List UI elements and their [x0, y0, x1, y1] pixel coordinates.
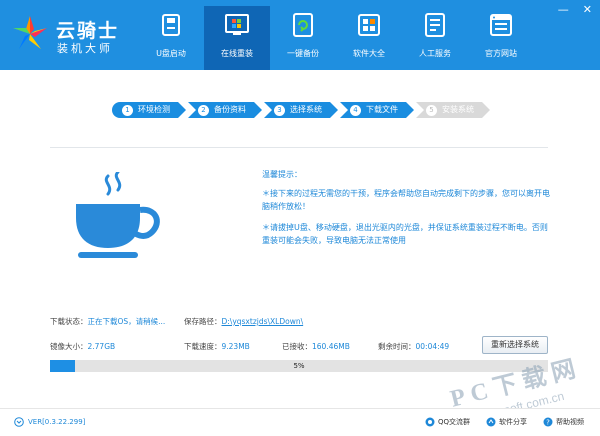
step-label: 环境检测	[138, 105, 170, 114]
step-number: 3	[274, 105, 285, 116]
footer-link-label: 软件分享	[499, 418, 527, 426]
version-info: VER[0.3.22.299]	[14, 417, 85, 427]
step-number: 5	[426, 105, 437, 116]
tip-item: ＊接下来的过程无需您的干预，程序会帮助您自动完成剩下的步骤，您可以离开电脑稍作放…	[262, 189, 550, 211]
nav-label: 一键备份	[287, 49, 319, 58]
nav-label: 在线重装	[221, 49, 253, 58]
download-speed: 下载速度：9.23MB	[184, 341, 250, 352]
app-subtitle: 装机大师	[57, 42, 113, 55]
share-icon	[486, 417, 496, 427]
service-icon	[425, 13, 445, 37]
reselect-system-button[interactable]: 重新选择系统	[482, 336, 548, 354]
received-size: 已接收：160.46MB	[282, 341, 350, 352]
save-path-link[interactable]: D:\yqsxtzjds\XLDown\	[222, 317, 304, 326]
nav-online-reinstall[interactable]: 在线重装	[204, 6, 270, 70]
remaining-time: 剩余时间：00:04:49	[378, 341, 449, 352]
remaining-time-value: 00:04:49	[415, 342, 450, 351]
step-select-system: 3 选择系统	[264, 102, 338, 118]
progress-percent: 5%	[293, 362, 305, 370]
windows-icon	[225, 14, 249, 35]
svg-text:?: ?	[546, 419, 550, 427]
nav-official-website[interactable]: 官方网站	[468, 6, 534, 70]
footer-bar: VER[0.3.22.299] QQ交流群 软件分享 ? 帮助视频	[0, 408, 600, 436]
step-number: 4	[350, 105, 361, 116]
main-nav: U盘启动 在线重装 一键备份 软件大全 人工服务 官方网站	[138, 6, 534, 70]
content-divider	[50, 147, 548, 148]
footer-link-qq-group[interactable]: QQ交流群	[425, 417, 470, 427]
progress-steps: 1 环境检测 2 备份资料 3 选择系统 4 下载文件 5 安装系统	[112, 102, 492, 118]
nav-label: 官方网站	[485, 49, 517, 58]
step-number: 1	[122, 105, 133, 116]
download-status: 下载状态：正在下载OS，请稍候...	[50, 316, 165, 327]
nav-label: 人工服务	[419, 49, 451, 58]
step-label: 安装系统	[442, 105, 474, 114]
website-icon	[490, 14, 512, 36]
nav-software-center[interactable]: 软件大全	[336, 6, 402, 70]
download-speed-value: 9.23MB	[221, 342, 250, 351]
received-value: 160.46MB	[312, 342, 350, 351]
close-button[interactable]: ✕	[583, 4, 592, 16]
step-backup-data: 2 备份资料	[188, 102, 262, 118]
footer-links: QQ交流群 软件分享 ? 帮助视频	[425, 417, 584, 427]
app-logo: 云骑士 装机大师	[10, 14, 150, 58]
image-size-label: 镜像大小：	[50, 342, 88, 351]
download-speed-label: 下载速度：	[184, 342, 222, 351]
tip-item: ＊请拔掉U盘、移动硬盘，退出光驱内的光盘，并保证系统重装过程不断电。否则重装可能…	[262, 223, 548, 245]
backup-icon	[293, 13, 313, 37]
received-label: 已接收：	[282, 342, 312, 351]
step-download-files: 4 下载文件	[340, 102, 414, 118]
download-status-value: 正在下载OS，请稍候...	[87, 317, 166, 326]
step-number: 2	[198, 105, 209, 116]
footer-link-label: QQ交流群	[437, 418, 470, 426]
window-controls: — ✕	[558, 4, 592, 16]
save-path: 保存路径：D:\yqsxtzjds\XLDown\	[184, 316, 303, 327]
download-progress-bar: 5%	[50, 360, 548, 372]
footer-link-label: 帮助视频	[556, 418, 584, 426]
step-label: 备份资料	[214, 105, 246, 114]
coffee-cup-icon	[76, 172, 160, 258]
step-install-system: 5 安装系统	[416, 102, 490, 118]
minimize-button[interactable]: —	[558, 4, 569, 16]
software-icon	[358, 14, 380, 36]
nav-label: 软件大全	[353, 49, 385, 58]
step-environment-check: 1 环境检测	[112, 102, 186, 118]
save-path-label: 保存路径：	[184, 317, 222, 326]
image-size-value: 2.77GB	[87, 342, 116, 351]
logo-star-icon	[13, 16, 47, 49]
remaining-time-label: 剩余时间：	[378, 342, 416, 351]
header-bar: 云骑士 装机大师 U盘启动 在线重装 一键备份 软件大全 人工服务 官方网站 —…	[0, 0, 600, 70]
nav-manual-service[interactable]: 人工服务	[402, 6, 468, 70]
nav-usb-boot[interactable]: U盘启动	[138, 6, 204, 70]
image-size: 镜像大小：2.77GB	[50, 341, 115, 352]
tips-title: 温馨提示：	[262, 170, 302, 179]
chevron-down-circle-icon[interactable]	[14, 417, 24, 427]
usb-icon	[162, 14, 180, 36]
qq-icon	[425, 417, 435, 427]
download-status-label: 下载状态：	[50, 317, 88, 326]
warm-tips: 温馨提示： ＊接下来的过程无需您的干预，程序会帮助您自动完成剩下的步骤，您可以离…	[262, 168, 552, 255]
footer-link-software-share[interactable]: 软件分享	[486, 417, 527, 427]
version-label: VER[0.3.22.299]	[28, 418, 86, 426]
app-title: 云骑士	[56, 20, 120, 42]
nav-one-click-backup[interactable]: 一键备份	[270, 6, 336, 70]
footer-link-help-video[interactable]: ? 帮助视频	[543, 417, 584, 427]
step-label: 下载文件	[366, 105, 398, 114]
step-label: 选择系统	[290, 105, 322, 114]
help-icon: ?	[543, 417, 553, 427]
nav-label: U盘启动	[156, 49, 186, 58]
